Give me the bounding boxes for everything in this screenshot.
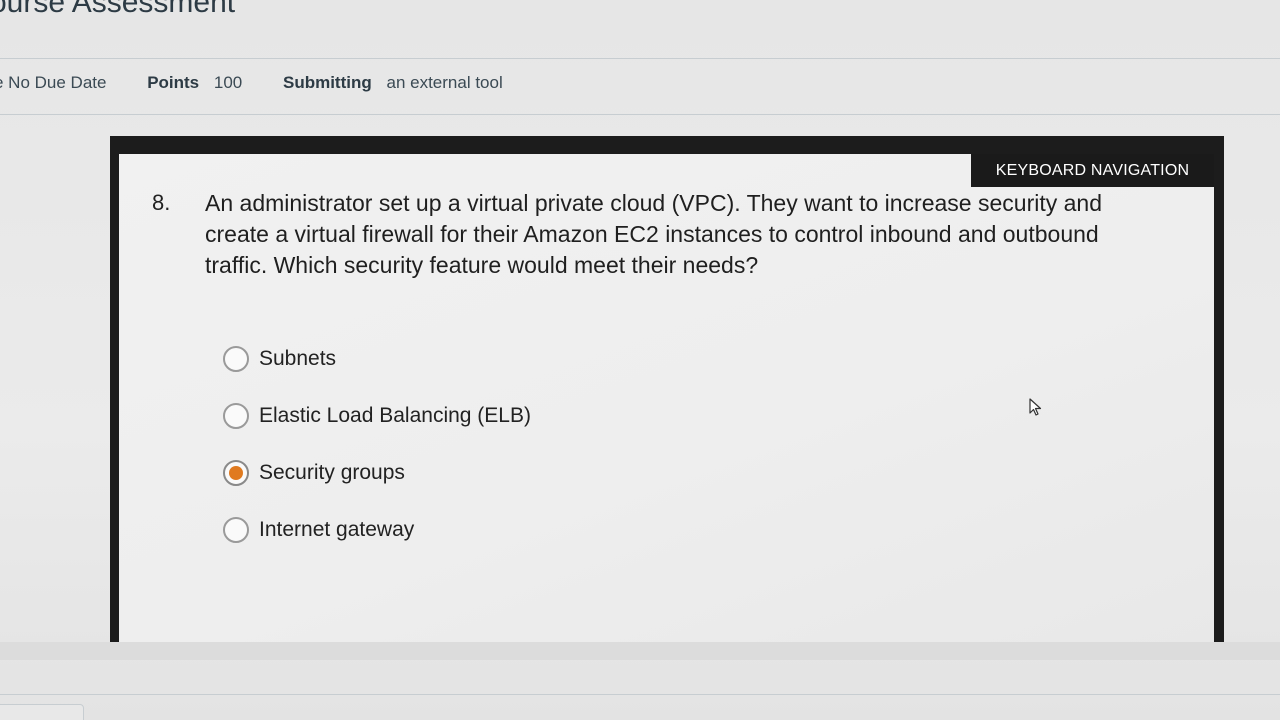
answer-option-elb[interactable]: Elastic Load Balancing (ELB) [223,387,531,444]
radio-button-selected-icon[interactable] [223,459,249,486]
bottom-band [0,642,1280,660]
due-date-value: e No Due Date [0,73,107,92]
bottom-button[interactable] [0,704,84,720]
due-date-meta: e No Due Date [0,73,106,93]
answer-option-label: Elastic Load Balancing (ELB) [259,403,531,427]
answer-option-internet-gateway[interactable]: Internet gateway [223,501,531,558]
assessment-page: ourse Assessment e No Due Date Points 10… [0,0,1280,720]
answer-option-label: Security groups [259,460,405,484]
answer-options: Subnets Elastic Load Balancing (ELB) Sec… [223,330,531,558]
quiz-panel: KEYBOARD NAVIGATION 8. An administrator … [119,154,1214,660]
question-text: An administrator set up a virtual privat… [205,190,1102,278]
answer-option-subnets[interactable]: Subnets [223,330,531,387]
submitting-label: Submitting [282,73,372,92]
bottom-divider [0,694,1280,695]
keyboard-navigation-button[interactable]: KEYBOARD NAVIGATION [971,154,1214,187]
points-label: Points [147,73,200,92]
radio-button-icon[interactable] [223,516,249,543]
question-number: 8. [152,190,171,215]
radio-button-icon[interactable] [223,345,249,372]
radio-button-icon[interactable] [223,402,249,429]
points-meta: Points 100 [147,73,242,93]
external-tool-frame: KEYBOARD NAVIGATION 8. An administrator … [110,136,1224,660]
submitting-value: an external tool [386,73,503,92]
submitting-meta: Submitting an external tool [283,73,503,93]
answer-option-label: Internet gateway [259,517,415,541]
mouse-pointer-icon [1029,398,1042,416]
page-title: ourse Assessment [0,0,236,19]
answer-option-label: Subnets [259,346,337,370]
answer-option-security-groups[interactable]: Security groups [223,444,531,501]
assignment-meta-bar: e No Due Date Points 100 Submitting an e… [0,73,539,93]
points-value: 100 [213,73,243,92]
meta-divider [0,114,1280,115]
title-divider [0,58,1280,59]
